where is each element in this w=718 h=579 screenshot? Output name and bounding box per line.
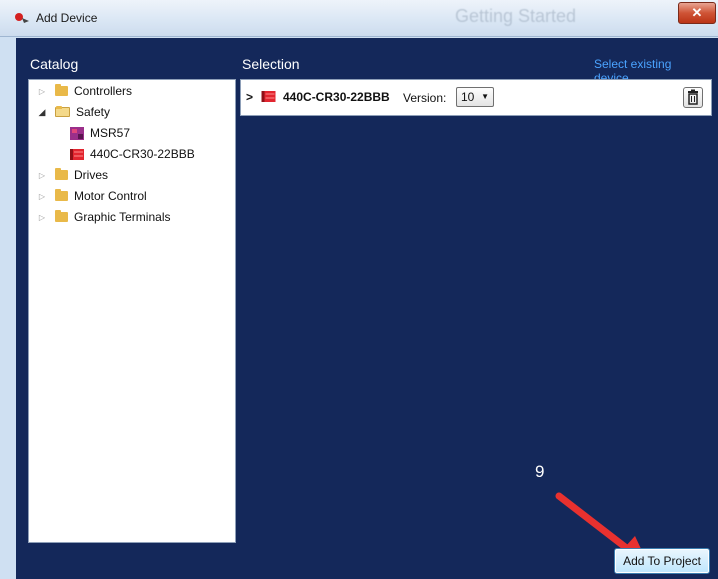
- expand-arrow-icon[interactable]: ▷: [37, 87, 47, 96]
- background-window-title: Getting Started: [455, 6, 577, 26]
- tree-item-label: Motor Control: [74, 189, 147, 203]
- version-value: 10: [461, 90, 475, 104]
- tree-item-label: Graphic Terminals: [74, 210, 171, 224]
- tree-item-drives[interactable]: ▷ Drives: [37, 166, 108, 184]
- safety-controller-icon: [70, 148, 84, 160]
- selection-heading: Selection: [242, 56, 300, 72]
- dialog-body: Catalog Selection Select existing device…: [16, 38, 718, 579]
- tree-item-label: 440C-CR30-22BBB: [90, 147, 195, 161]
- tree-item-440c-cr30[interactable]: 440C-CR30-22BBB: [69, 145, 195, 163]
- add-to-project-button[interactable]: Add To Project: [614, 548, 710, 574]
- safety-controller-icon: [261, 91, 276, 102]
- version-dropdown[interactable]: 10 ▼: [456, 87, 494, 107]
- safety-relay-icon: [70, 126, 84, 140]
- folder-icon: [55, 210, 68, 222]
- expand-chevron-icon[interactable]: >: [246, 90, 253, 104]
- tree-item-graphic-terminals[interactable]: ▷ Graphic Terminals: [37, 208, 170, 226]
- close-icon: ✕: [691, 5, 703, 20]
- title-bar: Add Device Getting Started ✕: [0, 0, 718, 37]
- tree-item-msr57[interactable]: MSR57: [69, 124, 130, 142]
- tree-item-controllers[interactable]: ▷ Controllers: [37, 82, 132, 100]
- folder-icon: [55, 189, 68, 201]
- selected-device-row[interactable]: > 440C-CR30-22BBB Version: 10 ▼: [240, 79, 712, 116]
- trash-icon: [688, 89, 698, 105]
- collapse-arrow-icon[interactable]: ◢: [37, 107, 47, 118]
- open-folder-icon: [55, 106, 70, 117]
- tree-item-label: MSR57: [90, 126, 131, 140]
- tree-item-label: Drives: [74, 168, 109, 182]
- folder-icon: [55, 84, 68, 96]
- app-icon: [15, 13, 29, 23]
- catalog-heading: Catalog: [30, 56, 79, 72]
- window-title: Add Device: [36, 11, 98, 25]
- expand-arrow-icon[interactable]: ▷: [37, 192, 47, 201]
- tree-item-motor-control[interactable]: ▷ Motor Control: [37, 187, 147, 205]
- folder-icon: [55, 168, 68, 180]
- step-number-annotation: 9: [535, 462, 545, 481]
- selected-device-name: 440C-CR30-22BBB: [283, 90, 390, 104]
- catalog-tree: ▷ Controllers ◢ Safety MSR57 440C-CR30-2…: [28, 79, 236, 543]
- tree-item-label: Controllers: [74, 84, 133, 98]
- dropdown-arrow-icon: ▼: [481, 92, 489, 101]
- delete-device-button[interactable]: [683, 87, 703, 108]
- expand-arrow-icon[interactable]: ▷: [37, 171, 47, 180]
- expand-arrow-icon[interactable]: ▷: [37, 213, 47, 222]
- version-label: Version:: [403, 91, 447, 105]
- tree-item-safety[interactable]: ◢ Safety: [37, 103, 111, 121]
- tree-item-label: Safety: [76, 105, 111, 119]
- add-device-window: Add Device Getting Started ✕ Catalog Sel…: [0, 0, 718, 579]
- close-button[interactable]: ✕: [678, 2, 716, 24]
